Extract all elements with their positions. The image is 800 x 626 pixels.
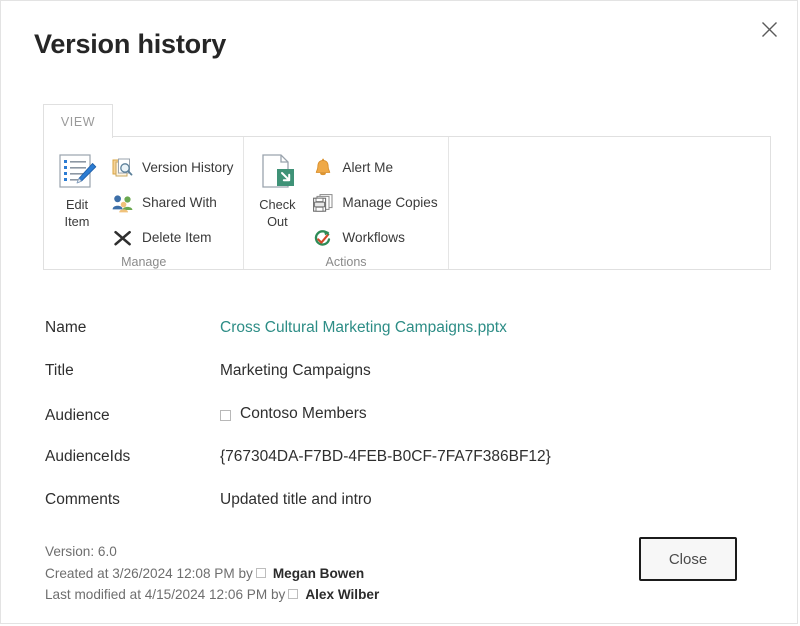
field-value-name[interactable]: Cross Cultural Marketing Campaigns.pptx — [220, 319, 507, 337]
check-out-icon — [256, 149, 298, 195]
field-row-audienceids: AudienceIds {767304DA-F7BD-4FEB-B0CF-7FA… — [45, 448, 745, 491]
properties-list: Name Cross Cultural Marketing Campaigns.… — [45, 319, 745, 534]
modified-by-name[interactable]: Alex Wilber — [305, 584, 379, 606]
manage-small-buttons: Version History Shared With Delete Item — [110, 143, 243, 255]
workflows-label: Workflows — [342, 230, 405, 245]
ribbon-group-actions: Check Out Alert Me Manage Copies Workflo… — [243, 137, 447, 269]
workflows-button[interactable]: Workflows — [310, 220, 447, 255]
field-value-audience: Contoso Members — [220, 405, 367, 423]
modified-prefix-text: Last modified at 4/15/2024 12:06 PM by — [45, 587, 286, 602]
tab-active-mask — [44, 136, 112, 138]
page-title: Version history — [34, 29, 227, 59]
alert-me-button[interactable]: Alert Me — [310, 150, 447, 185]
field-value-audienceids: {767304DA-F7BD-4FEB-B0CF-7FA7F386BF12} — [220, 448, 551, 465]
field-label-title: Title — [45, 362, 74, 379]
actions-small-buttons: Alert Me Manage Copies Workflows — [310, 143, 447, 255]
version-history-button[interactable]: Version History — [110, 150, 243, 185]
ribbon: VIEW Edit Item Version History Shared Wi… — [43, 104, 771, 270]
created-by-name[interactable]: Megan Bowen — [273, 563, 364, 585]
manage-copies-icon — [310, 191, 336, 215]
modified-by-avatar — [288, 589, 299, 599]
alert-me-label: Alert Me — [342, 160, 394, 175]
close-icon[interactable] — [753, 13, 785, 45]
version-history-dialog: Version history VIEW Edit Item Version H… — [0, 0, 798, 624]
created-by-avatar — [255, 567, 266, 578]
field-row-audience: Audience Contoso Members — [45, 405, 745, 448]
alert-me-icon — [310, 156, 336, 180]
field-row-title: Title Marketing Campaigns — [45, 362, 745, 405]
version-text: Version: 6.0 — [45, 544, 117, 559]
delete-item-button[interactable]: Delete Item — [110, 220, 243, 255]
audience-checkbox-icon[interactable] — [220, 409, 231, 421]
ribbon-tabstrip: VIEW — [43, 104, 771, 138]
ribbon-group-actions-label: Actions — [325, 255, 367, 269]
check-out-label-line1: Check — [259, 197, 296, 212]
field-row-name: Name Cross Cultural Marketing Campaigns.… — [45, 319, 745, 362]
manage-copies-button[interactable]: Manage Copies — [310, 185, 447, 220]
field-label-name: Name — [45, 319, 87, 336]
field-value-comments: Updated title and intro — [220, 491, 372, 508]
field-label-audienceids: AudienceIds — [45, 448, 131, 465]
delete-item-label: Delete Item — [142, 230, 212, 245]
ribbon-empty-area — [447, 137, 770, 269]
workflows-icon — [310, 226, 336, 250]
tab-view-label: VIEW — [60, 114, 96, 129]
edit-item-label-line1: Edit — [65, 197, 89, 212]
shared-with-label: Shared With — [142, 195, 217, 210]
version-history-label: Version History — [142, 160, 234, 175]
created-line: Created at 3/26/2024 12:08 PM by Megan B… — [45, 563, 379, 585]
tabstrip-underline — [43, 136, 771, 137]
field-label-comments: Comments — [45, 491, 120, 508]
field-label-audience: Audience — [45, 406, 110, 424]
delete-item-icon — [110, 226, 136, 250]
field-value-audience-text: Contoso Members — [240, 405, 367, 422]
modified-line: Last modified at 4/15/2024 12:06 PM by A… — [45, 584, 379, 606]
version-history-icon — [110, 156, 136, 180]
check-out-label-line2: Out — [267, 214, 288, 229]
created-prefix-text: Created at 3/26/2024 12:08 PM by — [45, 565, 253, 581]
version-line: Version: 6.0 — [45, 541, 379, 563]
field-row-comments: Comments Updated title and intro — [45, 491, 745, 534]
footer-metadata: Version: 6.0 Created at 3/26/2024 12:08 … — [45, 541, 379, 606]
manage-copies-label: Manage Copies — [342, 195, 438, 210]
tab-view[interactable]: VIEW — [43, 104, 113, 138]
edit-item-icon — [56, 149, 98, 195]
edit-item-button[interactable]: Edit Item — [44, 143, 110, 229]
ribbon-group-actions-content: Check Out Alert Me Manage Copies Workflo… — [244, 143, 447, 255]
ribbon-group-manage: Edit Item Version History Shared With De… — [44, 137, 243, 269]
edit-item-label-line2: Item — [64, 214, 90, 229]
ribbon-body: Edit Item Version History Shared With De… — [43, 137, 771, 270]
shared-with-icon — [110, 191, 136, 215]
shared-with-button[interactable]: Shared With — [110, 185, 243, 220]
close-button[interactable]: Close — [639, 537, 737, 581]
check-out-button[interactable]: Check Out — [244, 143, 310, 229]
ribbon-group-manage-content: Edit Item Version History Shared With De… — [44, 143, 243, 255]
ribbon-group-manage-label: Manage — [121, 255, 167, 269]
field-value-title: Marketing Campaigns — [220, 362, 371, 379]
